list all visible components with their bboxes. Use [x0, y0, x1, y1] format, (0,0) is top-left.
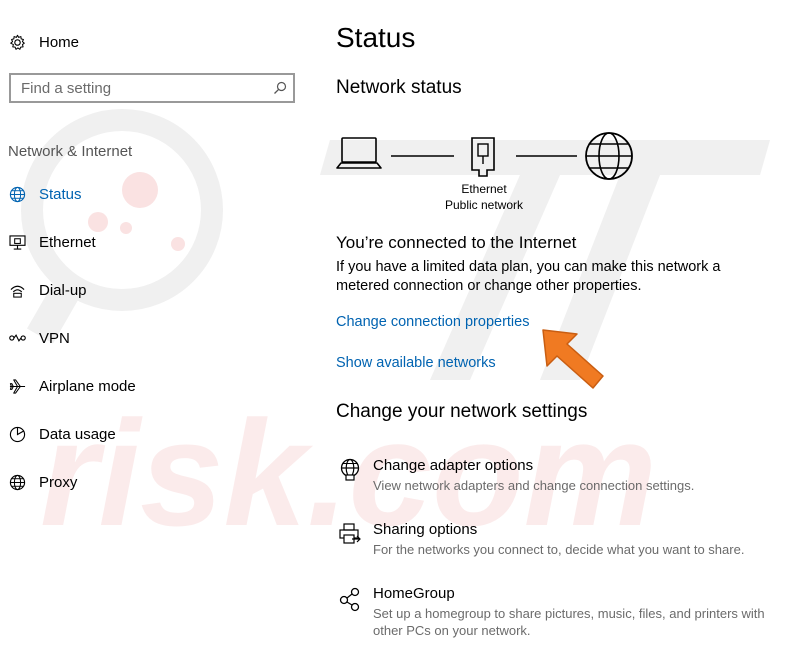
connected-heading: You’re connected to the Internet	[336, 233, 577, 252]
sidebar-item-label: Dial-up	[39, 281, 87, 299]
vpn-icon	[8, 329, 26, 347]
setting-title: HomeGroup	[373, 585, 455, 602]
sidebar-item-label: Airplane mode	[39, 377, 136, 395]
sidebar-item-airplane-mode[interactable]: Airplane mode	[8, 374, 298, 398]
setting-description: View network adapters and change connect…	[373, 478, 695, 493]
internet-globe-icon	[585, 132, 633, 180]
adapter-globe-icon	[336, 458, 364, 486]
gear-icon	[8, 33, 26, 51]
homegroup-item[interactable]: HomeGroup Set up a homegroup to share pi…	[336, 584, 765, 639]
annotation-arrow-icon	[542, 329, 604, 389]
adapter-name-label: Ethernet	[461, 182, 507, 196]
sidebar-item-ethernet[interactable]: Ethernet	[8, 230, 298, 254]
data-usage-icon	[8, 425, 26, 443]
airplane-icon	[8, 377, 26, 395]
sidebar-item-data-usage[interactable]: Data usage	[8, 422, 298, 446]
home-label: Home	[39, 33, 80, 51]
sidebar-item-label: VPN	[39, 329, 70, 347]
network-diagram	[336, 132, 633, 180]
home-nav-item[interactable]: Home	[8, 30, 79, 54]
search-input[interactable]	[11, 79, 267, 97]
sidebar-item-label: Proxy	[39, 473, 78, 491]
ethernet-port-icon	[471, 137, 495, 177]
change-connection-properties-link[interactable]: Change connection properties	[336, 314, 529, 330]
homegroup-icon	[336, 586, 364, 614]
setting-description-line2: other PCs on your network.	[373, 623, 531, 638]
setting-description: For the networks you connect to, decide …	[373, 542, 745, 557]
connected-description-line2: metered connection or change other prope…	[336, 278, 642, 294]
search-box[interactable]	[9, 73, 295, 103]
sharing-options-item[interactable]: Sharing options For the networks you con…	[336, 520, 744, 558]
sharing-printer-icon	[336, 522, 364, 550]
connected-description-line1: If you have a limited data plan, you can…	[336, 259, 721, 275]
show-available-networks-link[interactable]: Show available networks	[336, 355, 496, 371]
dialup-icon	[8, 281, 26, 299]
section-header: Network & Internet	[8, 143, 133, 160]
sidebar-item-label: Ethernet	[39, 233, 96, 251]
globe-status-icon	[8, 185, 26, 203]
page-title: Status	[336, 22, 416, 53]
sidebar-item-proxy[interactable]: Proxy	[8, 470, 298, 494]
sidebar-item-status[interactable]: Status	[8, 182, 298, 206]
setting-title: Change adapter options	[373, 457, 534, 474]
sidebar-item-label: Status	[39, 185, 82, 203]
laptop-icon	[336, 137, 382, 169]
change-settings-heading: Change your network settings	[336, 401, 588, 422]
sidebar-item-vpn[interactable]: VPN	[8, 326, 298, 350]
search-icon[interactable]	[267, 75, 293, 101]
ethernet-icon	[8, 233, 26, 251]
setting-description: Set up a homegroup to share pictures, mu…	[373, 606, 765, 621]
globe-icon	[8, 473, 26, 491]
sidebar-item-label: Data usage	[39, 425, 116, 443]
setting-title: Sharing options	[373, 521, 478, 538]
network-type-label: Public network	[444, 198, 524, 212]
change-adapter-options-item[interactable]: Change adapter options View network adap…	[336, 456, 694, 494]
network-status-heading: Network status	[336, 77, 462, 98]
sidebar-item-dialup[interactable]: Dial-up	[8, 278, 298, 302]
